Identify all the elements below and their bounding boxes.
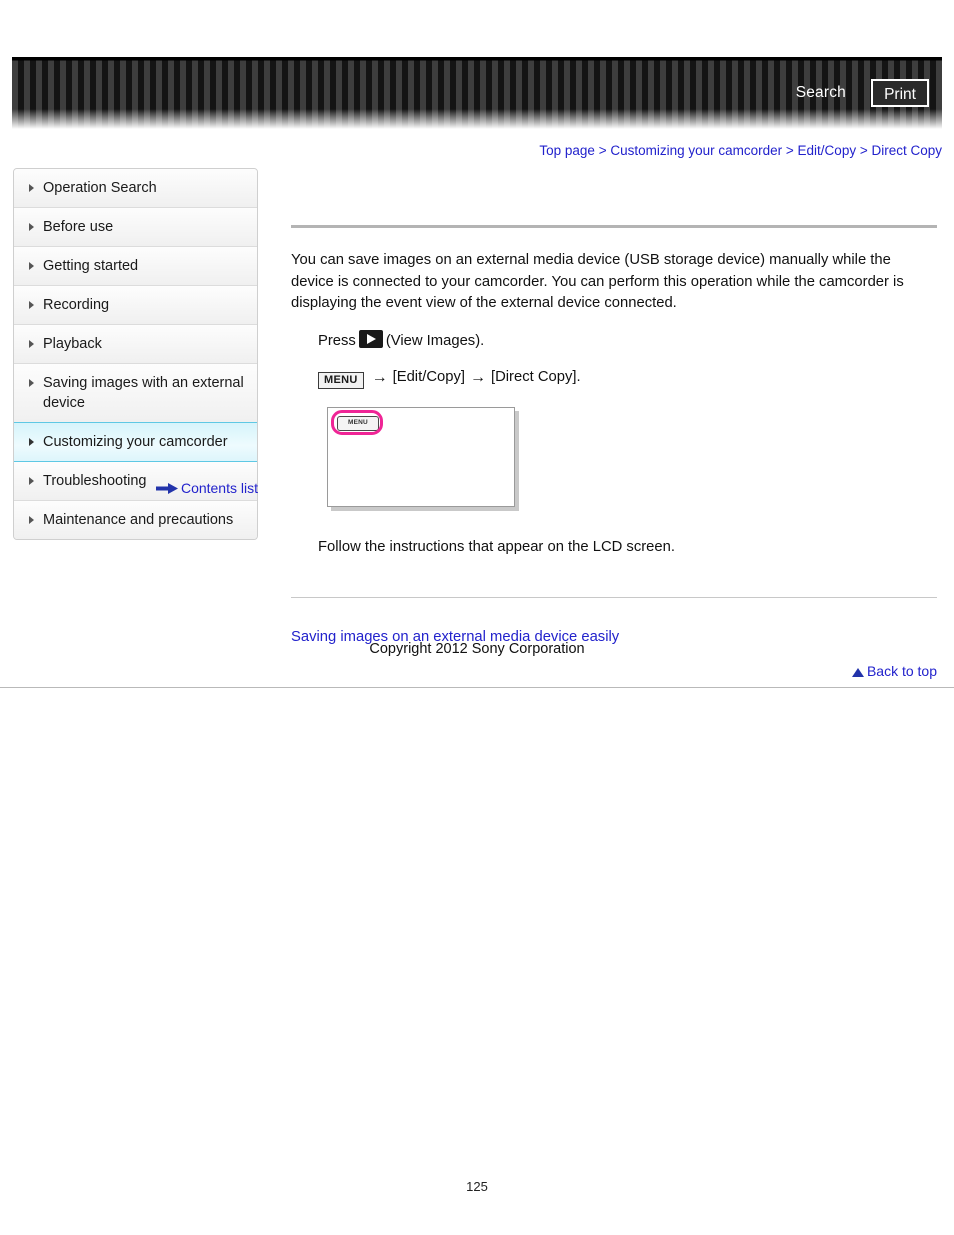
sidebar-item-label: Customizing your camcorder bbox=[43, 434, 228, 450]
follow-instructions-text: Follow the instructions that appear on t… bbox=[318, 539, 675, 556]
back-to-top-link[interactable]: Back to top bbox=[291, 661, 937, 681]
highlight-ring bbox=[331, 410, 383, 436]
sidebar-item-before-use[interactable]: Before use bbox=[14, 208, 257, 247]
breadcrumb-separator: > bbox=[782, 143, 798, 158]
sidebar-item-saving-images-external-device[interactable]: Saving images with an external device bbox=[14, 364, 257, 423]
arrow-right-glyph: → bbox=[469, 369, 486, 387]
search-link[interactable]: Search bbox=[796, 83, 846, 103]
breadcrumb-item-customizing-your-camcorder[interactable]: Customizing your camcorder bbox=[610, 143, 782, 158]
triangle-up-icon bbox=[851, 668, 864, 678]
sidebar-item-label: Maintenance and precautions bbox=[43, 512, 234, 528]
chevron-right-icon bbox=[29, 516, 34, 524]
menu-button-icon: MENU bbox=[318, 372, 364, 390]
sidebar-item-label: Getting started bbox=[43, 258, 139, 274]
chevron-right-icon bbox=[29, 438, 34, 446]
step-press-suffix: (View Images). bbox=[385, 333, 485, 350]
breadcrumb: Top page > Customizing your camcorder > … bbox=[539, 142, 942, 160]
step-menu-path: MENU → [Edit/Copy] → [Direct Copy]. bbox=[318, 365, 937, 390]
sidebar-item-maintenance-and-precautions[interactable]: Maintenance and precautions bbox=[14, 501, 257, 539]
contents-list-link[interactable]: Contents list bbox=[13, 478, 258, 499]
arrow-right-icon bbox=[155, 479, 178, 499]
arrow-right-glyph: → bbox=[371, 369, 388, 387]
lcd-screen-illustration: MENU bbox=[327, 407, 519, 513]
breadcrumb-item-direct-copy[interactable]: Direct Copy bbox=[871, 143, 942, 158]
chevron-right-icon bbox=[29, 379, 34, 387]
chevron-right-icon bbox=[29, 223, 34, 231]
menu-path-edit-copy: [Edit/Copy] bbox=[392, 369, 465, 386]
breadcrumb-separator: > bbox=[594, 143, 611, 158]
step-press-prefix: Press bbox=[318, 333, 356, 350]
sidebar-item-customizing-your-camcorder[interactable]: Customizing your camcorder bbox=[14, 422, 257, 462]
view-images-icon bbox=[358, 330, 383, 349]
sidebar-item-label: Before use bbox=[43, 219, 114, 235]
footer-divider bbox=[0, 687, 954, 689]
breadcrumb-item-top-page[interactable]: Top page bbox=[539, 143, 595, 158]
sidebar-item-label: Recording bbox=[43, 297, 110, 313]
sidebar-item-getting-started[interactable]: Getting started bbox=[14, 247, 257, 286]
copyright-text: Copyright 2012 Sony Corporation bbox=[369, 641, 585, 657]
breadcrumb-item-edit-copy[interactable]: Edit/Copy bbox=[798, 143, 857, 158]
content-top-divider bbox=[291, 225, 937, 228]
step-press-view-images: Press (View Images). bbox=[318, 329, 937, 353]
sidebar-item-playback[interactable]: Playback bbox=[14, 325, 257, 364]
header-banner: Search Print bbox=[12, 57, 942, 129]
print-button[interactable]: Print bbox=[871, 79, 929, 107]
chevron-right-icon bbox=[29, 301, 34, 309]
contents-list-label: Contents list bbox=[180, 480, 258, 496]
sidebar-item-label: Playback bbox=[43, 336, 102, 352]
intro-paragraph: You can save images on an external media… bbox=[291, 252, 904, 311]
breadcrumb-separator: > bbox=[856, 143, 872, 158]
content-bottom-divider bbox=[291, 597, 937, 599]
menu-path-direct-copy: [Direct Copy]. bbox=[490, 369, 581, 386]
sidebar-item-recording[interactable]: Recording bbox=[14, 286, 257, 325]
page-number: 125 bbox=[466, 1179, 488, 1194]
chevron-right-icon bbox=[29, 262, 34, 270]
main-content: You can save images on an external media… bbox=[0, 168, 954, 689]
chevron-right-icon bbox=[29, 184, 34, 192]
sidebar-item-label: Saving images with an external device bbox=[43, 375, 244, 411]
back-to-top-label: Back to top bbox=[866, 663, 937, 680]
sidebar-item-operation-search[interactable]: Operation Search bbox=[14, 169, 257, 208]
sidebar-item-label: Operation Search bbox=[43, 180, 157, 196]
chevron-right-icon bbox=[29, 340, 34, 348]
